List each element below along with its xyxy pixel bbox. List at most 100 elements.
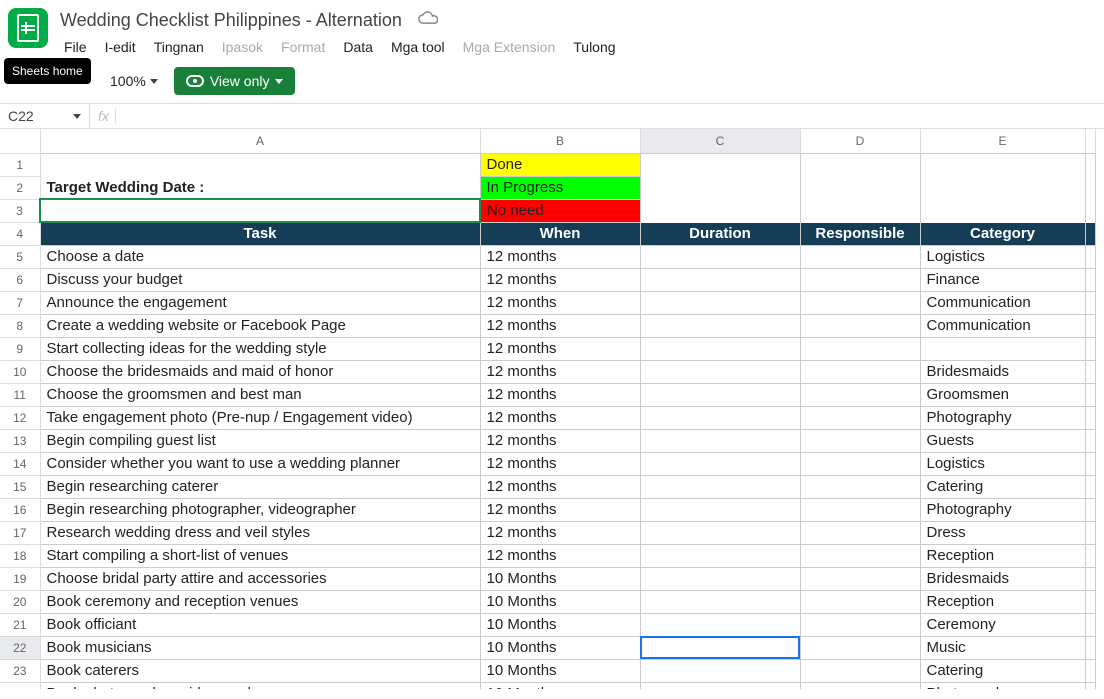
cell-extra[interactable] (1085, 452, 1095, 475)
cell-task[interactable]: Choose a date (40, 245, 480, 268)
cell-extra[interactable] (1085, 544, 1095, 567)
cell-responsible[interactable] (800, 360, 920, 383)
cell-extra[interactable] (1085, 406, 1095, 429)
cell-extra[interactable] (1085, 291, 1095, 314)
col-header-D[interactable]: D (800, 129, 920, 153)
cell-when[interactable]: 12 months (480, 429, 640, 452)
row-header[interactable]: 10 (0, 360, 40, 383)
cell-extra[interactable] (1085, 613, 1095, 636)
cell-responsible[interactable] (800, 291, 920, 314)
col-header-extra[interactable] (1085, 129, 1095, 153)
cell-duration[interactable] (640, 590, 800, 613)
cell[interactable] (920, 176, 1085, 199)
col-header-A[interactable]: A (40, 129, 480, 153)
cell-when[interactable]: 12 months (480, 475, 640, 498)
cell-duration[interactable] (640, 659, 800, 682)
menu-tingnan[interactable]: Tingnan (146, 35, 212, 59)
cell-when[interactable]: 12 months (480, 245, 640, 268)
cell[interactable] (800, 199, 920, 222)
cell-responsible[interactable] (800, 475, 920, 498)
cell-when[interactable]: 10 Months (480, 636, 640, 659)
cell[interactable] (1085, 199, 1095, 222)
cell-extra[interactable] (1085, 475, 1095, 498)
cell-responsible[interactable] (800, 682, 920, 689)
cell-category[interactable]: Reception (920, 544, 1085, 567)
cell-task[interactable]: Take engagement photo (Pre-nup / Engagem… (40, 406, 480, 429)
cell-responsible[interactable] (800, 544, 920, 567)
header-responsible[interactable]: Responsible (800, 222, 920, 245)
cell-duration[interactable] (640, 521, 800, 544)
cell-category[interactable]: Catering (920, 475, 1085, 498)
cell-duration[interactable] (640, 682, 800, 689)
cell-responsible[interactable] (800, 429, 920, 452)
cell-when[interactable]: 12 months (480, 383, 640, 406)
cell-task[interactable]: Start compiling a short-list of venues (40, 544, 480, 567)
cell-duration[interactable] (640, 544, 800, 567)
cell-duration[interactable] (640, 245, 800, 268)
formula-bar[interactable]: fx (90, 104, 124, 128)
cell-task[interactable]: Start collecting ideas for the wedding s… (40, 337, 480, 360)
cell[interactable] (640, 199, 800, 222)
menu-format[interactable]: Format (273, 35, 333, 59)
cell-responsible[interactable] (800, 521, 920, 544)
cell-task[interactable]: Begin researching caterer (40, 475, 480, 498)
row-header[interactable]: 24 (0, 682, 40, 689)
row-header[interactable]: 6 (0, 268, 40, 291)
cell-extra[interactable] (1085, 268, 1095, 291)
row-header[interactable]: 20 (0, 590, 40, 613)
cell-duration[interactable] (640, 291, 800, 314)
cell-category[interactable]: Reception (920, 590, 1085, 613)
cell-responsible[interactable] (800, 590, 920, 613)
cell[interactable] (920, 153, 1085, 176)
col-header-B[interactable]: B (480, 129, 640, 153)
spreadsheet-grid[interactable]: A B C D E 1Done2Target Wedding Date :In … (0, 129, 1104, 689)
cell-category[interactable]: Bridesmaids (920, 360, 1085, 383)
cell-extra[interactable] (1085, 383, 1095, 406)
cell-extra[interactable] (1085, 337, 1095, 360)
cell-category[interactable]: Bridesmaids (920, 567, 1085, 590)
cell[interactable] (640, 153, 800, 176)
cell-responsible[interactable] (800, 406, 920, 429)
cell-category[interactable]: Dress (920, 521, 1085, 544)
cell-when[interactable]: 12 months (480, 498, 640, 521)
cell-responsible[interactable] (800, 268, 920, 291)
row-header[interactable]: 19 (0, 567, 40, 590)
cell-duration[interactable] (640, 268, 800, 291)
cell-responsible[interactable] (800, 498, 920, 521)
cell-task[interactable]: Choose the bridesmaids and maid of honor (40, 360, 480, 383)
status-noneed-cell[interactable]: No need (480, 199, 640, 222)
cell-duration[interactable] (640, 360, 800, 383)
cell-task[interactable]: Book musicians (40, 636, 480, 659)
cell-when[interactable]: 12 months (480, 291, 640, 314)
menu-i-edit[interactable]: I-edit (97, 35, 144, 59)
cell-task[interactable]: Discuss your budget (40, 268, 480, 291)
cell-extra[interactable] (1085, 590, 1095, 613)
cell-category[interactable]: Photography (920, 498, 1085, 521)
cell-when[interactable]: 10 Months (480, 613, 640, 636)
zoom-dropdown[interactable]: 100% (102, 69, 166, 93)
cell-when[interactable]: 12 months (480, 452, 640, 475)
menu-mga-extension[interactable]: Mga Extension (455, 35, 564, 59)
menu-ipasok[interactable]: Ipasok (214, 35, 271, 59)
cell-task[interactable]: Begin compiling guest list (40, 429, 480, 452)
view-mode-pill[interactable]: View only (174, 67, 296, 95)
header-extra[interactable] (1085, 222, 1095, 245)
cell-category[interactable]: Communication (920, 314, 1085, 337)
cell-category[interactable]: Ceremony (920, 613, 1085, 636)
row-header[interactable]: 16 (0, 498, 40, 521)
cell-extra[interactable] (1085, 498, 1095, 521)
cell-when[interactable]: 12 months (480, 268, 640, 291)
select-all-corner[interactable] (0, 129, 40, 153)
cell-category[interactable]: Finance (920, 268, 1085, 291)
cell-responsible[interactable] (800, 452, 920, 475)
row-header[interactable]: 18 (0, 544, 40, 567)
cell-when[interactable]: 10 Months (480, 567, 640, 590)
cell-when[interactable]: 12 months (480, 314, 640, 337)
cell-duration[interactable] (640, 613, 800, 636)
cell-responsible[interactable] (800, 567, 920, 590)
col-header-C[interactable]: C (640, 129, 800, 153)
cell[interactable] (920, 199, 1085, 222)
cell-extra[interactable] (1085, 245, 1095, 268)
cell-duration[interactable] (640, 406, 800, 429)
header-category[interactable]: Category (920, 222, 1085, 245)
